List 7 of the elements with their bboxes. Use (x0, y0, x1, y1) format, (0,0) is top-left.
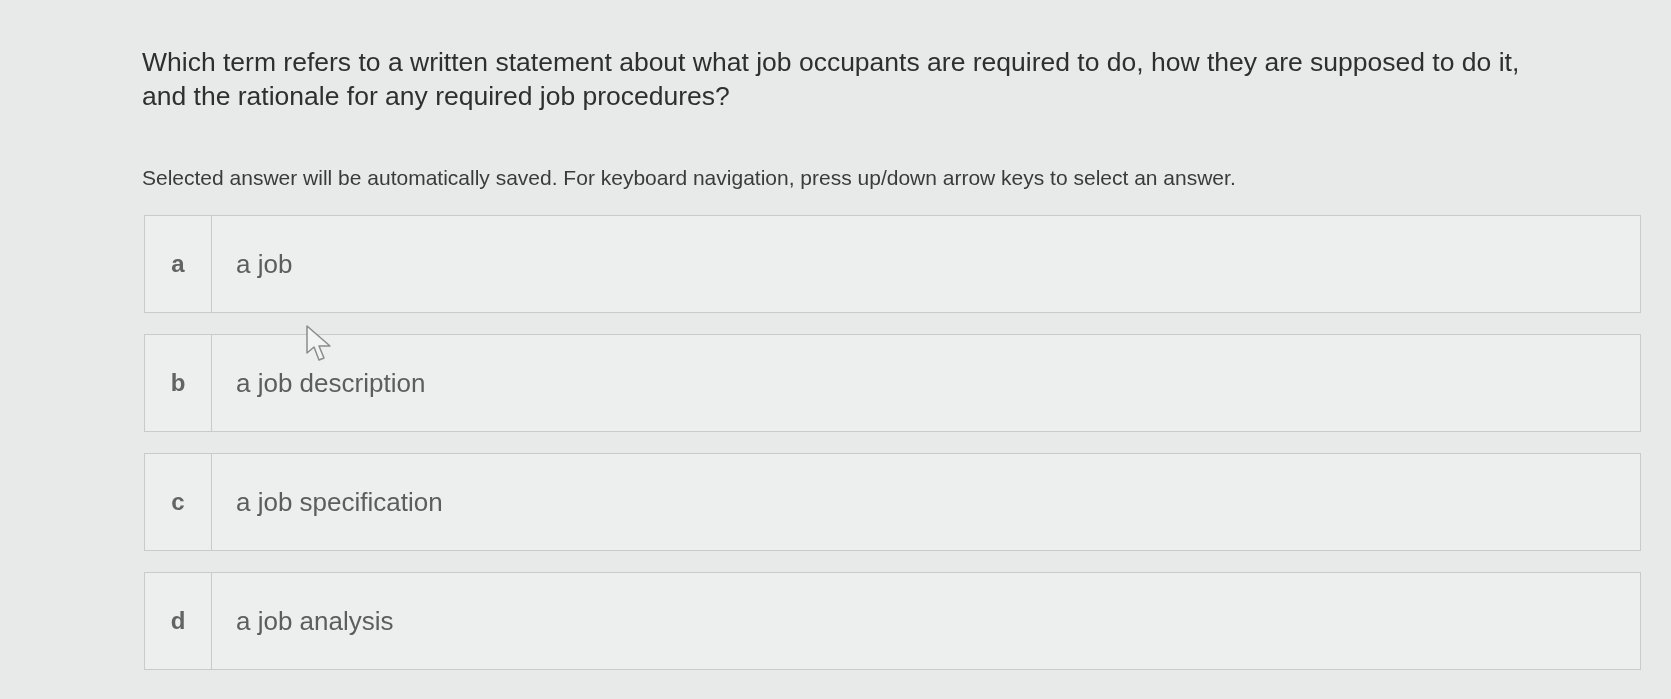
mouse-pointer-icon (306, 325, 332, 362)
answer-option[interactable]: a a job (144, 215, 1641, 313)
answer-option[interactable]: b a job description (144, 334, 1641, 432)
answer-option[interactable]: d a job analysis (144, 572, 1641, 670)
answer-option[interactable]: c a job specification (144, 453, 1641, 551)
question-text: Which term refers to a written statement about what job occupants are required to do, how they are supposed to do it, and the rationale for any required job procedures? (142, 46, 1521, 113)
instructions-text: Selected answer will be automatically saved. For keyboard navigation, press up/down arrow keys to select an answer. (142, 165, 1237, 191)
